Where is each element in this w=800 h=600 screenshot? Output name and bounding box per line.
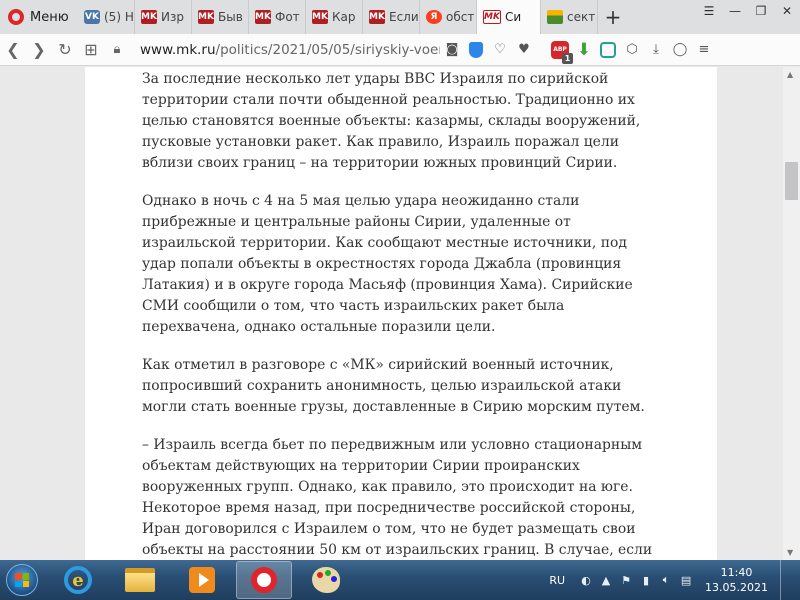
taskbar-paint[interactable] bbox=[298, 561, 354, 599]
forward-arrow-icon[interactable]: ❯ bbox=[26, 37, 52, 63]
mk-icon: MK bbox=[312, 10, 328, 24]
article-paragraph: – Израиль всегда бьет по передвижным или… bbox=[142, 437, 653, 558]
heart-outline-icon[interactable]: ♥ bbox=[513, 39, 535, 61]
tab-vk[interactable]: VK (5) Н bbox=[78, 0, 135, 34]
tab-label: Фот bbox=[275, 10, 300, 24]
new-tab-button[interactable]: + bbox=[598, 0, 628, 34]
mk-icon: MK bbox=[483, 10, 501, 24]
system-tray: RU ◐ ▲ ⚑ ▮ 🔈︎ ▤ 11:40 13.05.2021 bbox=[549, 560, 800, 600]
language-indicator[interactable]: RU bbox=[549, 574, 565, 587]
yandex-icon: Я bbox=[426, 10, 442, 24]
tab-label: сект bbox=[567, 10, 596, 24]
tab-mk-2[interactable]: MK Быв bbox=[192, 0, 249, 34]
show-hidden-icons[interactable]: ▲ bbox=[599, 573, 613, 587]
tab-label: Быв bbox=[218, 10, 243, 24]
taskbar-internet-explorer[interactable]: e bbox=[50, 561, 106, 599]
tab-mk-4[interactable]: MK Кар bbox=[306, 0, 363, 34]
flag-icon[interactable]: ⚑ bbox=[619, 573, 633, 587]
shield-icon[interactable] bbox=[465, 39, 487, 61]
tab-image[interactable]: сект bbox=[541, 0, 598, 34]
camera-icon[interactable]: ◙ bbox=[441, 39, 463, 61]
adblock-icon[interactable]: ABP 1 bbox=[549, 39, 573, 64]
start-button[interactable] bbox=[0, 560, 44, 600]
tab-label: Кар bbox=[332, 10, 356, 24]
clock-time: 11:40 bbox=[720, 566, 753, 579]
easy-setup-icon[interactable]: ≡ bbox=[693, 39, 715, 61]
tray-app-icon[interactable]: ◐ bbox=[579, 573, 593, 587]
network-icon[interactable]: ▤ bbox=[679, 573, 693, 587]
article-paragraph: Как отметил в разговоре с «МК» сирийский… bbox=[142, 357, 645, 415]
cube-icon[interactable]: ⬡ bbox=[621, 39, 643, 61]
teal-extension-icon[interactable] bbox=[597, 39, 619, 61]
menu-label: Меню bbox=[30, 9, 69, 25]
windows-taskbar: e RU ◐ ▲ ⚑ ▮ 🔈︎ ▤ 11:40 13.05.2021 bbox=[0, 560, 800, 600]
folder-icon bbox=[125, 568, 155, 592]
tab-mk-1[interactable]: MK Изр bbox=[135, 0, 192, 34]
tab-mk-3[interactable]: MK Фот bbox=[249, 0, 306, 34]
maximize-icon[interactable]: ❐ bbox=[748, 0, 774, 22]
tab-label: Если bbox=[389, 10, 419, 24]
tab-yandex[interactable]: Я обст bbox=[420, 0, 477, 34]
taskbar-explorer[interactable] bbox=[112, 561, 168, 599]
clock[interactable]: 11:40 13.05.2021 bbox=[705, 565, 768, 595]
windows-logo-icon bbox=[15, 573, 29, 587]
article-paragraph: За последние несколько лет удары ВВС Изр… bbox=[142, 71, 641, 171]
mk-icon: MK bbox=[141, 10, 157, 24]
volume-icon[interactable]: 🔈︎ bbox=[659, 573, 673, 587]
scroll-up-icon[interactable]: ▲ bbox=[787, 70, 793, 79]
mk-icon: MK bbox=[255, 10, 271, 24]
close-icon[interactable]: ✕ bbox=[774, 0, 800, 22]
image-icon bbox=[547, 10, 563, 24]
tab-bar: Меню VK (5) Н MK Изр MK Быв MK Фот MK Ка… bbox=[0, 0, 800, 34]
paint-palette-icon bbox=[312, 567, 340, 593]
url-path: /politics/2021/05/05/siriyskiy-voennyy bbox=[215, 41, 440, 58]
scroll-down-icon[interactable]: ▼ bbox=[787, 548, 793, 557]
tab-label: (5) Н bbox=[104, 10, 134, 24]
taskbar-media-player[interactable] bbox=[174, 561, 230, 599]
address-bar: ❮ ❯ ↻ ⊞ 🔒︎ www.mk.ru/politics/2021/05/05… bbox=[0, 34, 800, 66]
show-desktop-button[interactable] bbox=[780, 560, 790, 600]
signal-icon[interactable]: ▮ bbox=[639, 573, 653, 587]
tab-menu-icon[interactable]: ☰ bbox=[696, 0, 722, 22]
lock-icon[interactable]: 🔒︎ bbox=[104, 37, 130, 63]
mk-icon: MK bbox=[198, 10, 214, 24]
adblock-count: 1 bbox=[562, 52, 573, 64]
article-body: За последние несколько лет удары ВВС Изр… bbox=[85, 67, 717, 560]
vertical-scrollbar[interactable]: ▲ ▼ bbox=[783, 67, 800, 560]
tab-mk-5[interactable]: MK Если bbox=[363, 0, 420, 34]
internet-explorer-icon: e bbox=[64, 566, 92, 594]
account-icon[interactable]: ◯ bbox=[669, 39, 691, 61]
opera-menu-button[interactable]: Меню bbox=[0, 0, 78, 34]
mk-icon: MK bbox=[369, 10, 385, 24]
extension-download-icon[interactable]: ⬇ bbox=[573, 39, 595, 61]
tab-label: Си bbox=[505, 10, 522, 24]
page-viewport: За последние несколько лет удары ВВС Изр… bbox=[0, 67, 800, 560]
vk-icon: VK bbox=[84, 10, 100, 24]
url-domain: www.mk.ru bbox=[140, 41, 216, 58]
tab-active[interactable]: MK Си bbox=[477, 0, 541, 34]
speed-dial-grid-icon[interactable]: ⊞ bbox=[78, 37, 104, 63]
clock-date: 13.05.2021 bbox=[705, 581, 768, 594]
media-player-icon bbox=[189, 567, 215, 593]
taskbar-opera[interactable] bbox=[236, 561, 292, 599]
tab-label: обст bbox=[446, 10, 475, 24]
opera-icon bbox=[251, 567, 277, 593]
heart-icon[interactable]: ♡ bbox=[489, 39, 511, 61]
opera-logo-icon bbox=[8, 9, 24, 25]
window-controls: ☰ — ❐ ✕ bbox=[696, 0, 800, 26]
downloads-icon[interactable]: ⤓ bbox=[645, 39, 667, 61]
reload-icon[interactable]: ↻ bbox=[52, 37, 78, 63]
minimize-icon[interactable]: — bbox=[722, 0, 748, 22]
url-field[interactable]: www.mk.ru/politics/2021/05/05/siriyskiy-… bbox=[140, 42, 440, 58]
back-arrow-icon[interactable]: ❮ bbox=[0, 37, 26, 63]
tab-label: Изр bbox=[161, 10, 184, 24]
article-paragraph: Однако в ночь с 4 на 5 мая целью удара н… bbox=[142, 193, 633, 335]
scrollbar-thumb[interactable] bbox=[785, 162, 798, 200]
